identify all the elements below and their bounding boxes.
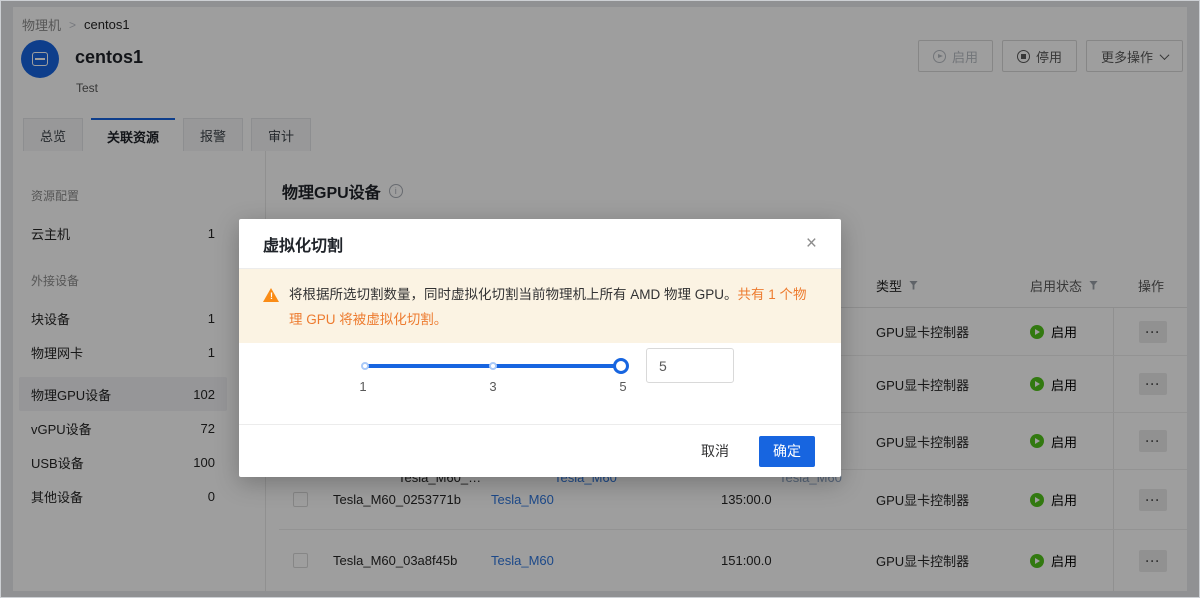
- dialog-body: 1 3 5: [239, 343, 841, 424]
- warning-text-normal: 将根据所选切割数量，同时虚拟化切割当前物理机上所有 AMD 物理 GPU。: [289, 287, 738, 302]
- slider-dot: [361, 362, 369, 370]
- split-count-input[interactable]: [646, 348, 734, 383]
- slider-mark-5: 5: [616, 379, 630, 394]
- warning-icon: !: [263, 288, 279, 302]
- warning-alert: ! 将根据所选切割数量，同时虚拟化切割当前物理机上所有 AMD 物理 GPU。共…: [239, 269, 841, 343]
- dialog-header: 虚拟化切割 ×: [239, 219, 841, 269]
- slider-dot: [489, 362, 497, 370]
- cancel-button[interactable]: 取消: [701, 441, 729, 461]
- close-icon[interactable]: ×: [806, 234, 817, 253]
- slider-handle[interactable]: [613, 358, 629, 374]
- app-window: 物理机 > centos1 centos1 Test 启用 停用 更多操作: [0, 0, 1200, 598]
- virtualization-split-dialog: 虚拟化切割 × ! 将根据所选切割数量，同时虚拟化切割当前物理机上所有 AMD …: [239, 219, 841, 477]
- split-count-slider[interactable]: [363, 364, 623, 368]
- slider-mark-3: 3: [486, 379, 500, 394]
- slider-mark-1: 1: [356, 379, 370, 394]
- dialog-footer: 取消 确定: [239, 424, 841, 477]
- confirm-button[interactable]: 确定: [759, 436, 815, 467]
- dialog-title: 虚拟化切割: [263, 232, 343, 256]
- warning-text: 将根据所选切割数量，同时虚拟化切割当前物理机上所有 AMD 物理 GPU。共有 …: [289, 282, 817, 343]
